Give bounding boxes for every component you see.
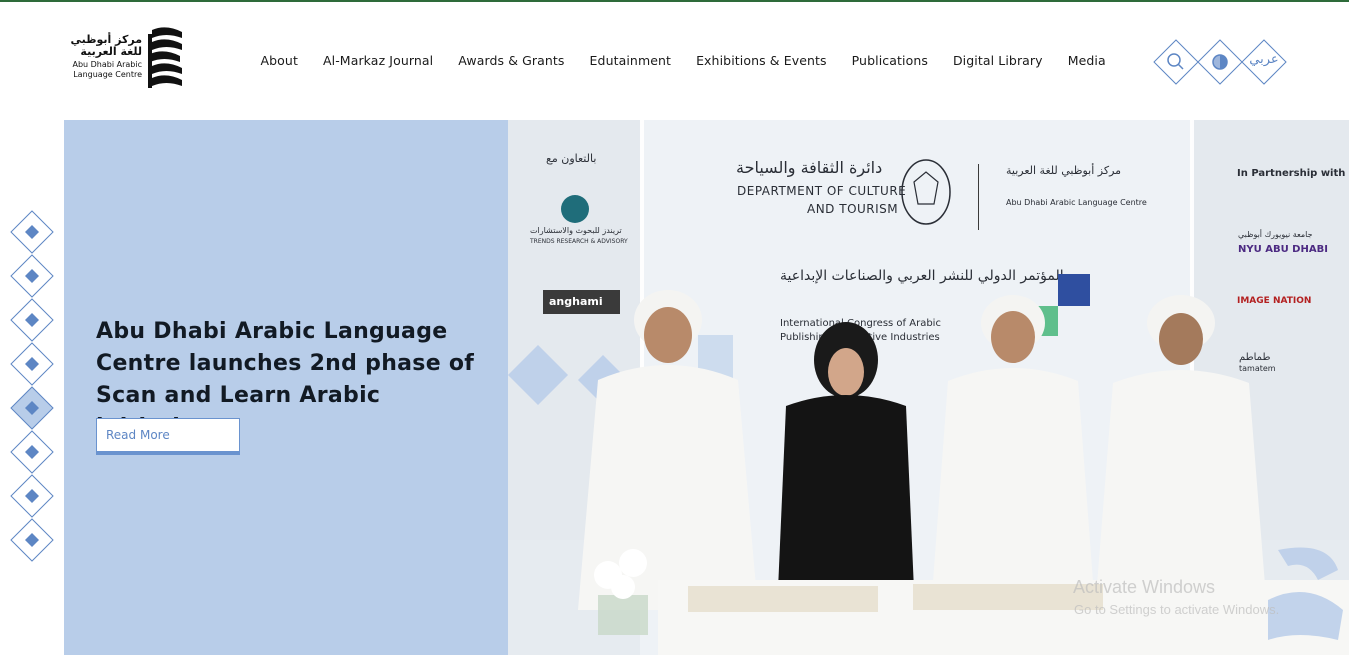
diamond-dot-icon	[10, 210, 54, 254]
contrast-icon	[1197, 39, 1243, 85]
diamond-dot-icon	[10, 474, 54, 518]
activate-windows-subtitle: Go to Settings to activate Windows.	[1074, 602, 1280, 617]
logo-english-line-2: Language Centre	[73, 70, 142, 79]
logo-text: مركز أبوظبي للغة العربية Abu Dhabi Arabi…	[68, 34, 143, 80]
language-label: عربي	[1249, 52, 1279, 67]
search-button[interactable]	[1153, 39, 1199, 85]
person-2-illustration	[778, 322, 914, 590]
photo-alm-en: Abu Dhabi Arabic Language Centre	[1006, 198, 1147, 207]
diamond-dot-icon	[10, 518, 54, 562]
photo-cooperation-label: بالتعاون مع	[546, 152, 597, 165]
nav-digital-library[interactable]: Digital Library	[940, 53, 1055, 68]
hero-photo: بالتعاون مع تريندز للبحوث والاستشارات TR…	[508, 120, 1349, 655]
nav-edutainment[interactable]: Edutainment	[577, 53, 684, 68]
contrast-button[interactable]	[1197, 39, 1243, 85]
logo-arabic-line-2: للغة العربية	[80, 45, 142, 58]
activate-windows-title: Activate Windows	[1073, 577, 1216, 597]
language-toggle[interactable]: عربي	[1241, 39, 1287, 85]
nav-awards-grants[interactable]: Awards & Grants	[446, 53, 577, 68]
main-nav: About Al-Markaz Journal Awards & Grants …	[248, 48, 1118, 72]
logo-mark-icon	[148, 27, 182, 88]
slide-dot-8[interactable]	[10, 518, 54, 562]
photo-partnership-label: In Partnership with	[1237, 168, 1346, 179]
nav-media[interactable]: Media	[1055, 53, 1118, 68]
person-4-illustration	[1097, 295, 1265, 585]
trends-logo-icon	[561, 195, 589, 223]
nav-publications[interactable]: Publications	[839, 53, 940, 68]
diamond-dot-icon	[10, 254, 54, 298]
diamond-dot-icon	[10, 298, 54, 342]
nav-exhibitions-events[interactable]: Exhibitions & Events	[684, 53, 840, 68]
signing-document	[688, 586, 878, 612]
site-header: مركز أبوظبي للغة العربية Abu Dhabi Arabi…	[0, 2, 1349, 120]
slide-dot-4[interactable]	[10, 342, 54, 386]
nav-al-markaz-journal[interactable]: Al-Markaz Journal	[310, 53, 445, 68]
photo-dept-ar: دائرة الثقافة والسياحة	[736, 158, 883, 177]
diamond-dot-icon	[10, 430, 54, 474]
photo-trends-ar: تريندز للبحوث والاستشارات	[530, 226, 622, 235]
photo-congress-ar: المؤتمر الدولي للنشر العربي والصناعات ال…	[780, 268, 1064, 284]
slide-dot-1[interactable]	[10, 210, 54, 254]
slide-dot-3[interactable]	[10, 298, 54, 342]
photo-alm-ar: مركز أبوظبي للغة العربية	[1006, 164, 1122, 177]
nav-about[interactable]: About	[248, 53, 310, 68]
slide-dot-2[interactable]	[10, 254, 54, 298]
slide-dot-7[interactable]	[10, 474, 54, 518]
diamond-dot-active-icon	[10, 386, 54, 430]
hero-slider: Abu Dhabi Arabic Language Centre launche…	[0, 120, 1349, 655]
search-icon	[1153, 39, 1199, 85]
falcon-crest-icon	[901, 159, 951, 225]
photo-nyu-ar: جامعة نيويورك أبوظبي	[1238, 230, 1313, 239]
arabic-letter-decoration-icon	[1268, 547, 1343, 640]
photo-logo-divider	[978, 164, 979, 230]
photo-nyu-en: NYU ABU DHABI	[1238, 244, 1328, 255]
logo-english-line-1: Abu Dhabi Arabic	[72, 60, 142, 69]
person-3-illustration	[932, 295, 1094, 595]
signing-table	[658, 580, 1349, 655]
site-logo[interactable]: مركز أبوظبي للغة العربية Abu Dhabi Arabi…	[68, 26, 188, 98]
photo-dept-en-2: AND TOURISM	[807, 202, 899, 216]
photo-trends-en: TRENDS RESEARCH & ADVISORY	[530, 238, 628, 245]
diamond-dot-icon	[10, 342, 54, 386]
slide-dot-5-active[interactable]	[10, 386, 54, 430]
photo-dept-en-1: DEPARTMENT OF CULTURE	[737, 184, 907, 198]
read-more-button[interactable]: Read More	[96, 418, 240, 455]
orchid-flower-icon	[594, 549, 648, 635]
slide-dot-6[interactable]	[10, 430, 54, 474]
